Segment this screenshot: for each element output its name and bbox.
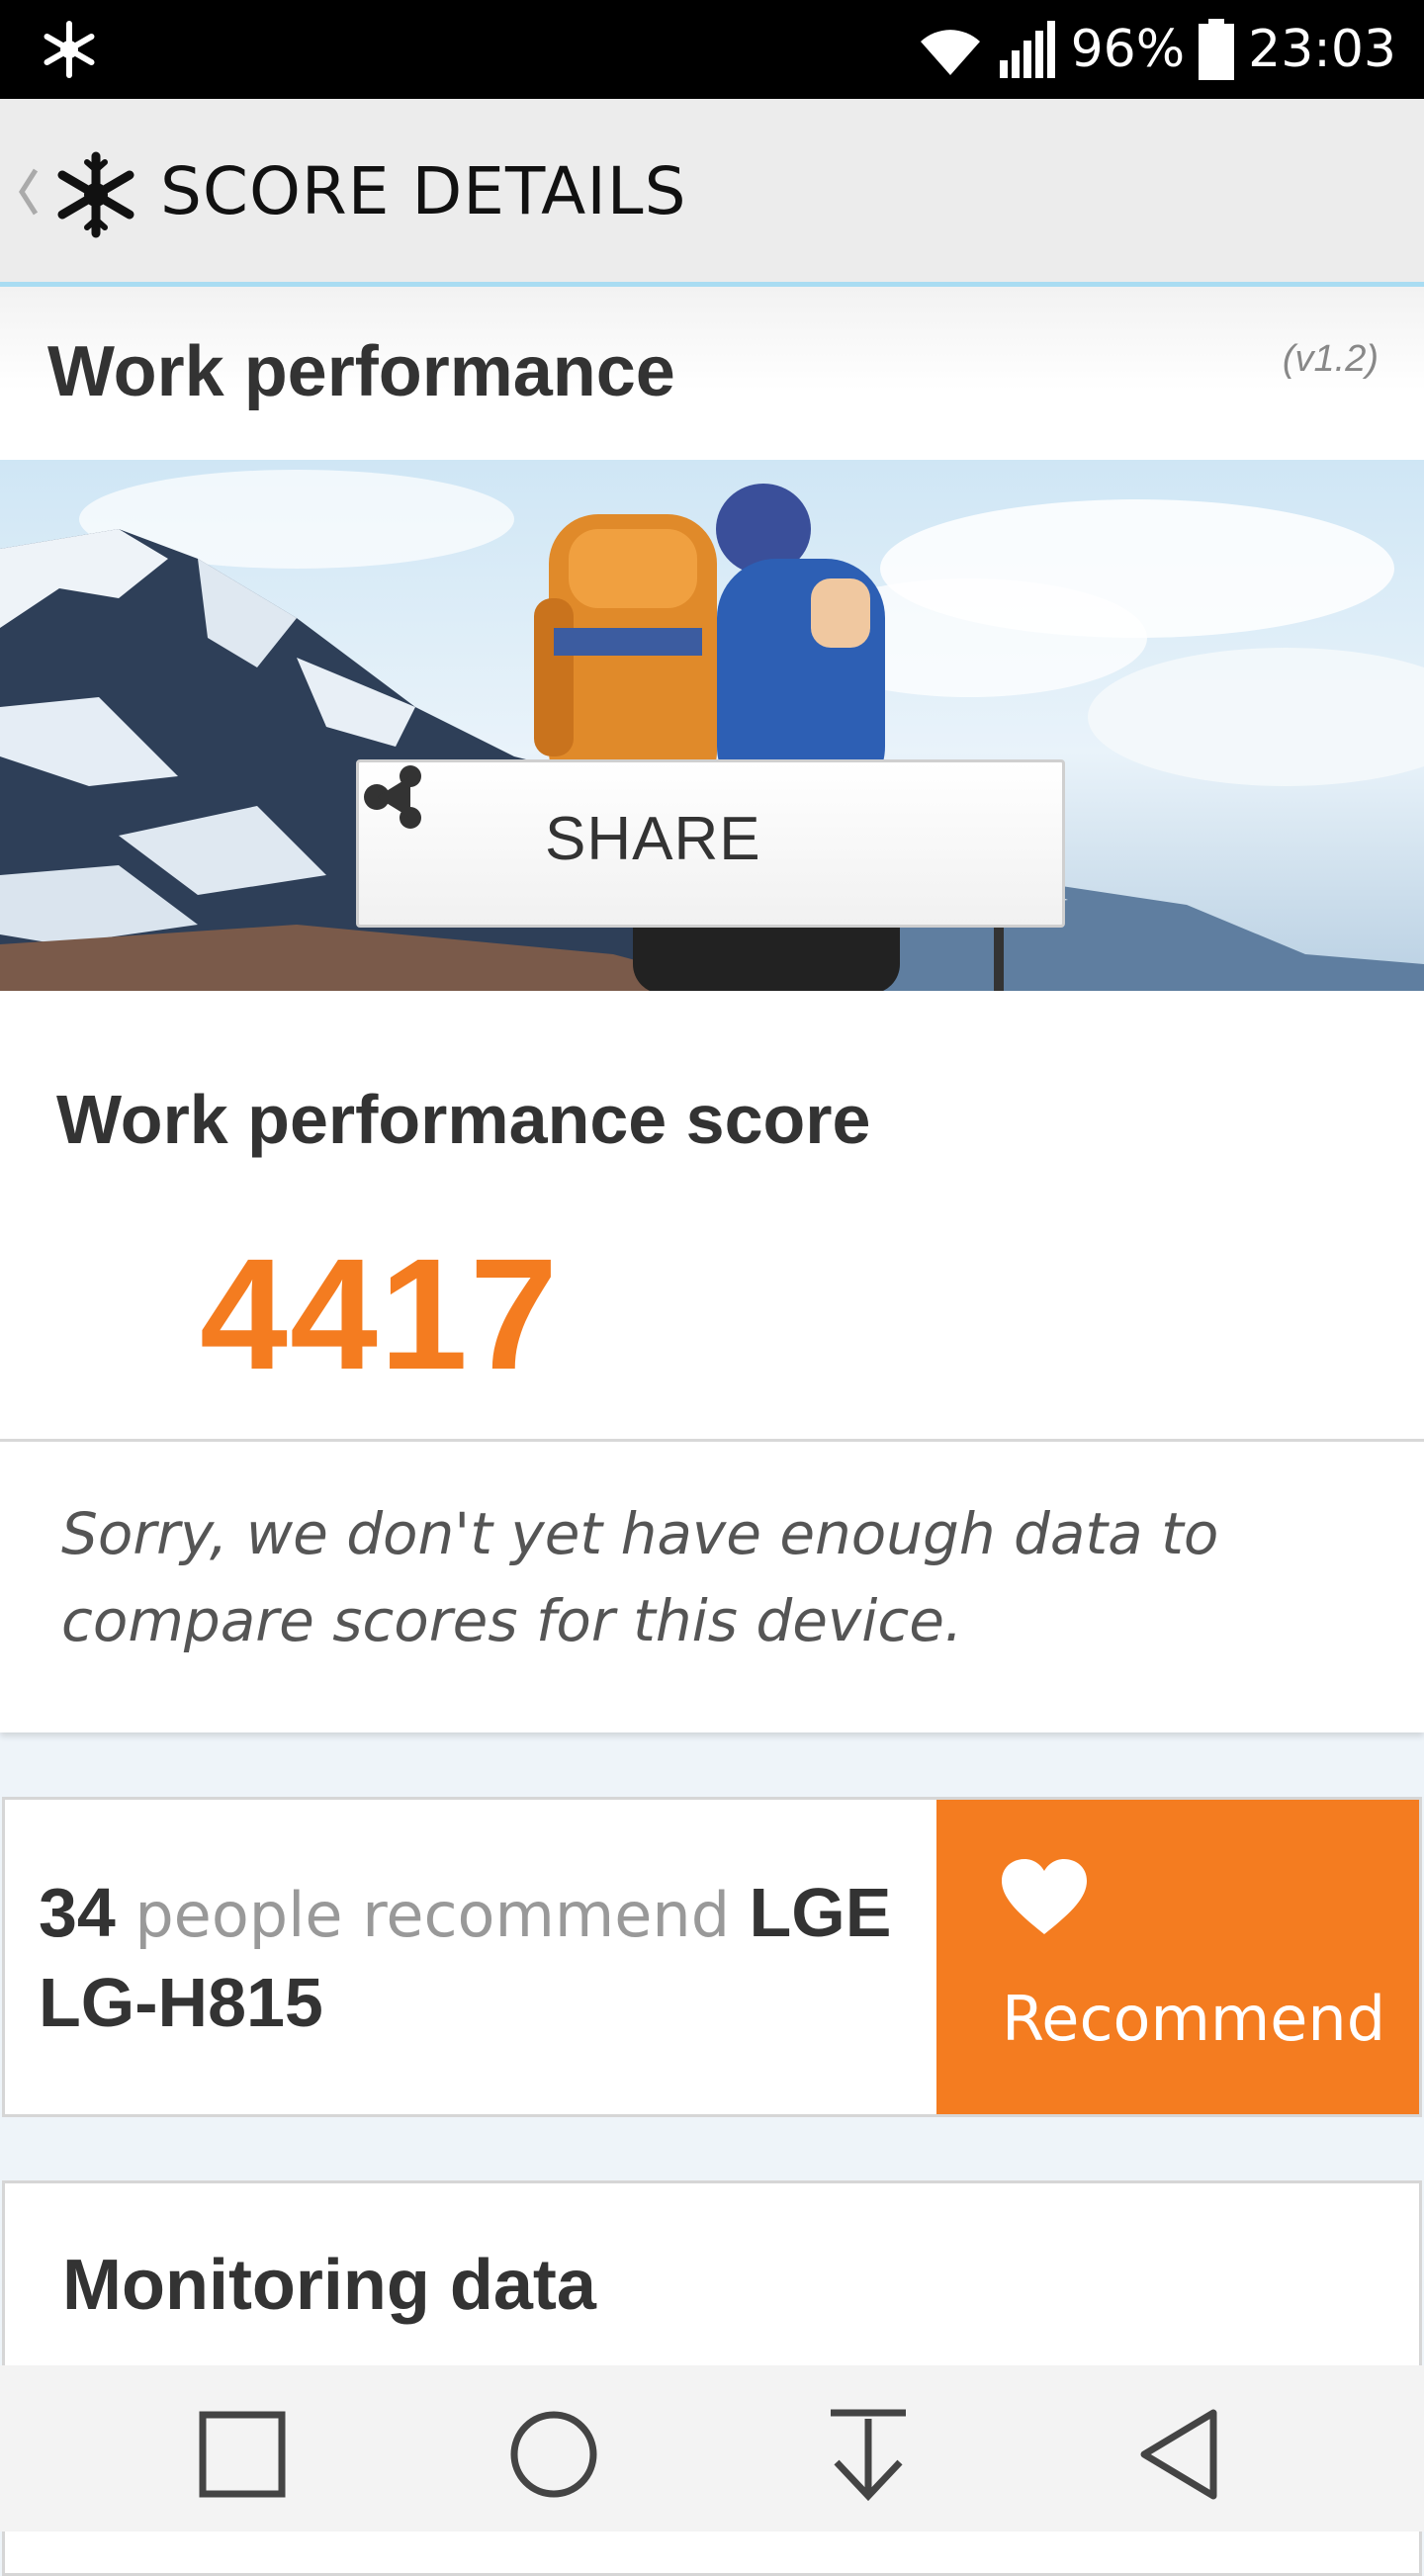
share-button-label: SHARE (545, 805, 761, 873)
score-title: Work performance score (56, 1081, 871, 1158)
score-value: 4417 (200, 1225, 560, 1402)
recommend-middle-text: people recommend (134, 1879, 731, 1951)
clock: 23:03 (1248, 20, 1396, 79)
snowflake-icon[interactable] (51, 150, 140, 239)
page-title: SCORE DETAILS (160, 153, 687, 229)
status-bar: 96% 23:03 (0, 0, 1424, 99)
chevron-left-icon[interactable] (18, 166, 40, 218)
navigation-bar (0, 2365, 1424, 2532)
heart-icon (1002, 1859, 1087, 1934)
recommend-count: 34 (39, 1874, 116, 1951)
divider (0, 1439, 1424, 1442)
recommend-card: 34 people recommend LGE LG-H815 Recommen… (2, 1797, 1422, 2117)
share-icon (364, 765, 421, 829)
section-title: Work performance (47, 332, 675, 411)
section-header: Work performance (v1.2) (0, 287, 1424, 460)
version-label: (v1.2) (1282, 338, 1379, 380)
score-card: Work performance score 4417 Sorry, we do… (0, 991, 1424, 1732)
recommend-button[interactable]: Recommend (936, 1800, 1419, 2114)
share-button[interactable]: SHARE (356, 759, 1065, 928)
signal-icon (999, 21, 1055, 78)
recommend-text: 34 people recommend LGE LG-H815 (39, 1869, 919, 2046)
wifi-icon (920, 30, 980, 75)
app-bar: SCORE DETAILS (0, 99, 1424, 287)
monitoring-title: Monitoring data (62, 2246, 596, 2325)
back-icon[interactable] (1132, 2405, 1231, 2504)
hero-image: SHARE (0, 460, 1424, 991)
recommend-button-label: Recommend (1002, 1983, 1386, 2055)
recents-icon[interactable] (193, 2405, 292, 2504)
comparison-note: Sorry, we don't yet have enough data to … (61, 1500, 1219, 1654)
battery-icon (1199, 19, 1235, 80)
home-icon[interactable] (504, 2405, 603, 2504)
snowflake-icon (44, 21, 95, 78)
battery-percent: 96% (1070, 20, 1186, 79)
notification-pull-down-icon[interactable] (819, 2405, 918, 2504)
